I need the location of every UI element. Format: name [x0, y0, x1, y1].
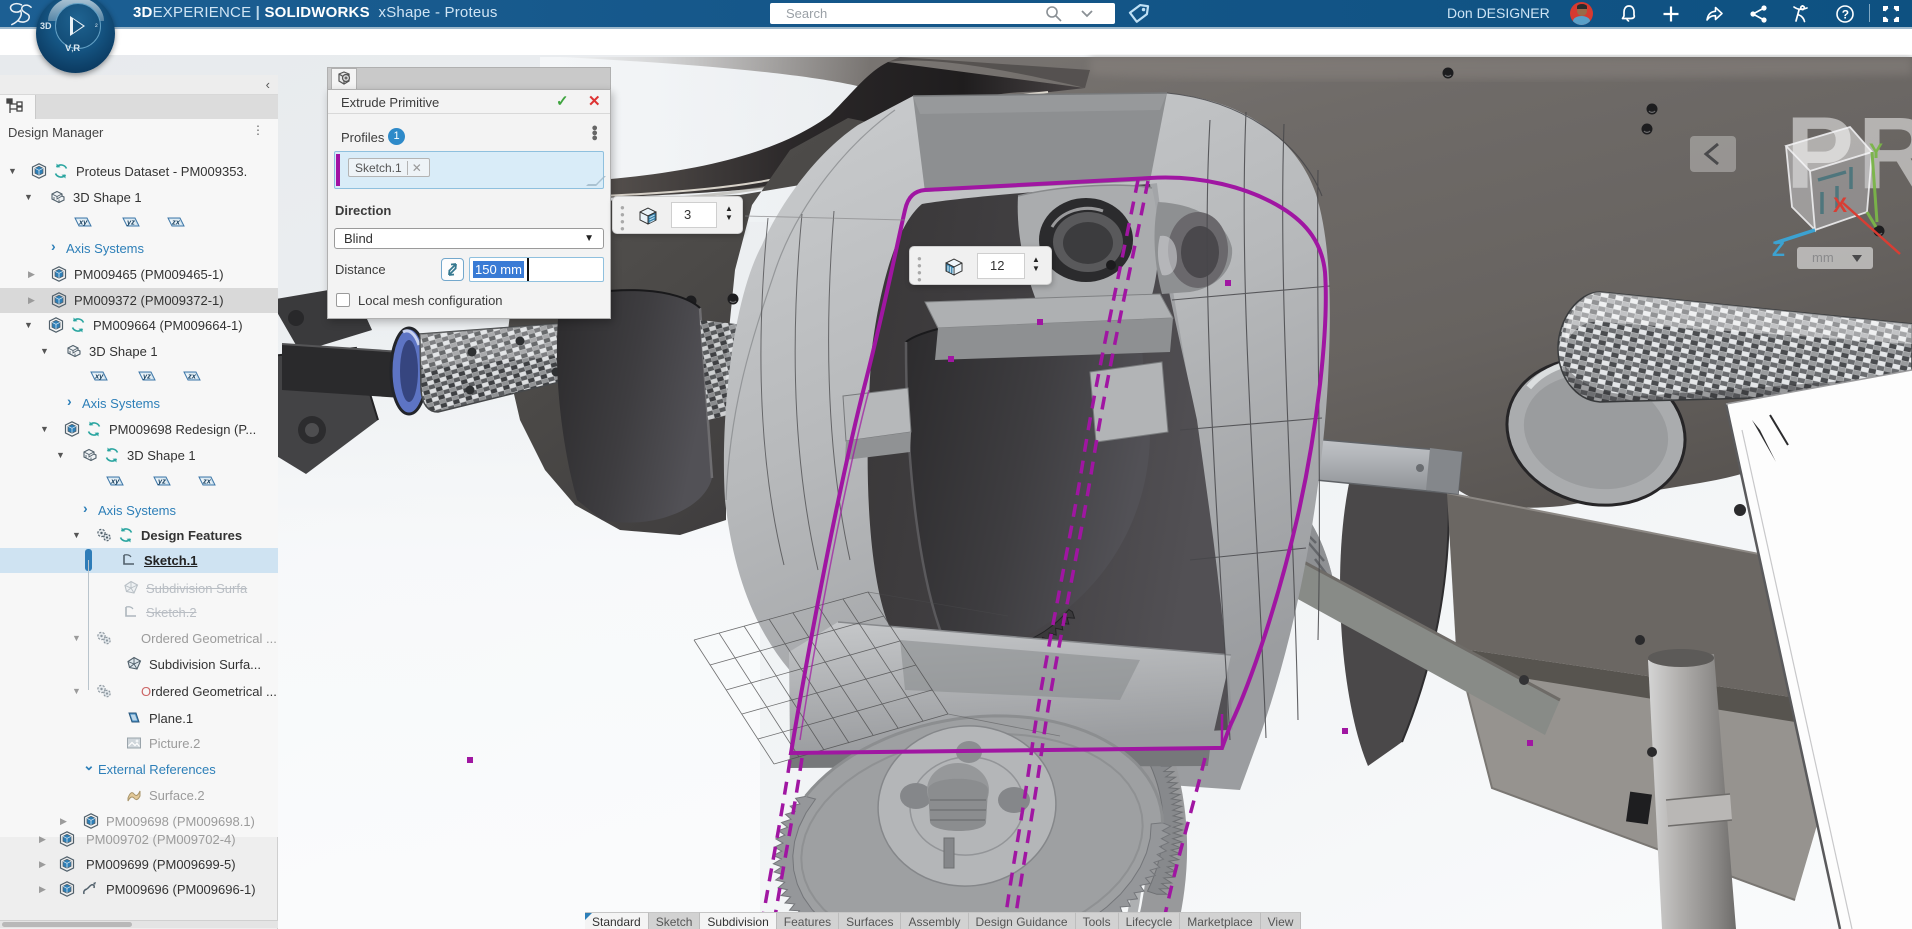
- svg-text:zx: zx: [202, 477, 212, 486]
- svg-text:mm: mm: [1812, 250, 1834, 265]
- svg-text:zx: zx: [187, 372, 197, 381]
- svg-text:Y: Y: [1869, 140, 1883, 163]
- svg-text:xy: xy: [110, 477, 120, 486]
- svg-text:?: ?: [1842, 7, 1849, 21]
- svg-text:zx: zx: [171, 218, 181, 227]
- svg-text:yz: yz: [142, 372, 151, 381]
- svg-text:X: X: [1833, 194, 1847, 217]
- svg-text:yz: yz: [157, 477, 166, 486]
- svg-text:yz: yz: [126, 218, 135, 227]
- svg-text:Z: Z: [1772, 238, 1785, 261]
- svg-text:xy: xy: [78, 218, 88, 227]
- svg-text:xy: xy: [94, 372, 104, 381]
